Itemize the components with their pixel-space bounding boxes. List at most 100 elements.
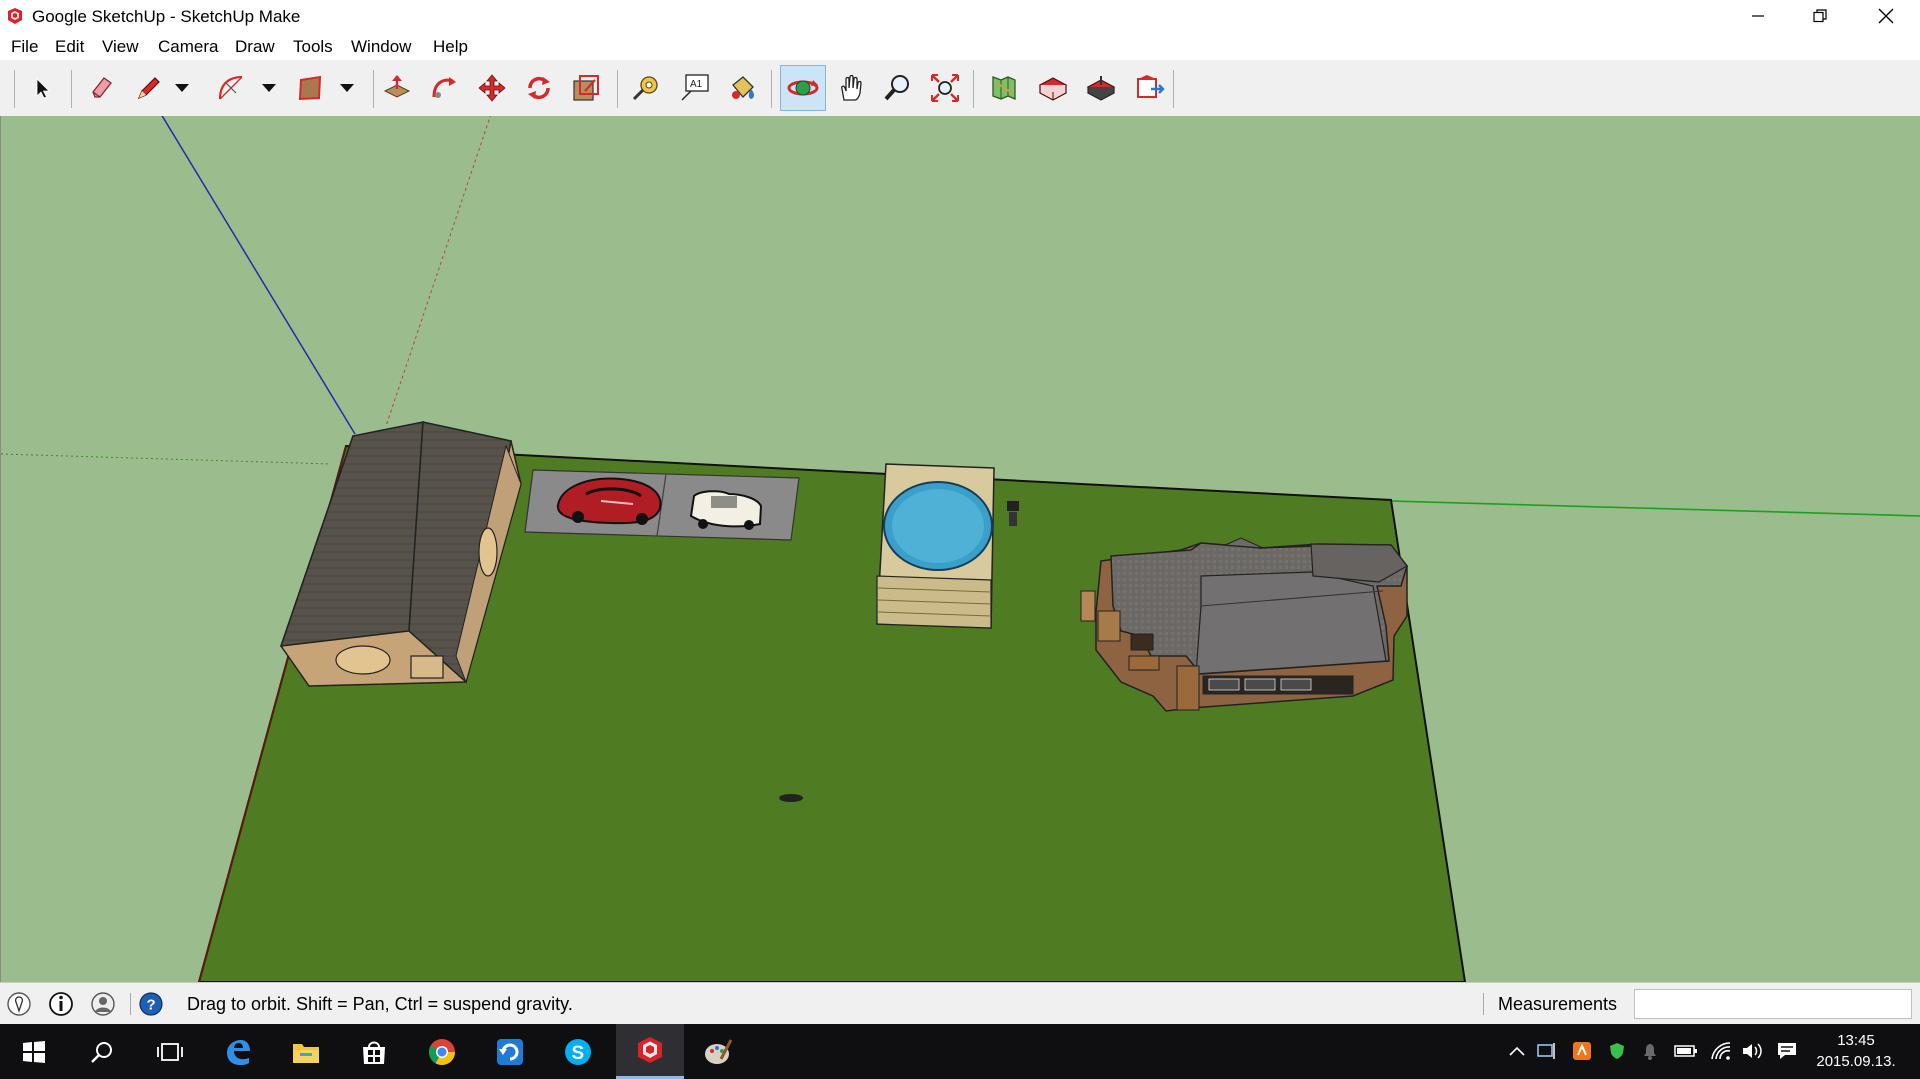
chrome-icon [428,1038,456,1065]
close-button[interactable] [1855,0,1917,32]
rotate-icon [528,76,550,100]
tray-volume[interactable] [1740,1038,1764,1064]
3d-warehouse-tool[interactable] [1034,69,1072,107]
arc-icon [218,75,243,100]
line-tool[interactable] [130,69,168,107]
taskbar-paint[interactable] [684,1024,752,1079]
white-car [689,490,763,530]
share-model-icon [1086,76,1116,101]
pool-deck [876,463,995,629]
tray-battery[interactable] [1674,1038,1698,1064]
scale-tool[interactable] [567,69,605,107]
rectangle-tool[interactable] [291,69,329,107]
pan-tool[interactable] [832,69,870,107]
text-icon: A1 [681,74,709,101]
rectangle-icon [298,75,322,101]
tape-measure-tool[interactable] [627,69,665,107]
user-account-icon[interactable] [90,991,116,1017]
minimize-icon [1752,15,1764,17]
measurements-label: Measurements [1498,994,1618,1014]
orange-app-icon [1573,1042,1591,1060]
lawn-object [779,794,803,802]
dropdown-arrow-icon [340,84,354,92]
tray-action-center[interactable] [1775,1038,1799,1064]
credits-info-icon[interactable] [48,991,74,1017]
taskbar-refresh-app[interactable] [476,1024,544,1079]
zoom-extents-tool[interactable] [926,69,964,107]
svg-text:?: ? [147,997,156,1014]
tray-overflow[interactable] [1505,1038,1529,1064]
minimize-button[interactable] [1727,0,1789,32]
shape-tool-dropdown[interactable] [337,69,357,107]
chevron-up-icon [1509,1046,1525,1056]
volume-icon [1743,1043,1762,1059]
start-button[interactable] [0,1024,68,1079]
restore-button[interactable] [1789,0,1851,32]
taskbar-clock[interactable]: 13:45 2015.09.13. [1812,1030,1900,1072]
paint-icon [705,1038,733,1064]
task-view-icon [157,1042,183,1061]
menu-draw[interactable]: Draw [235,37,275,57]
scale-icon [573,75,599,101]
scene-canvas[interactable] [1,116,1920,982]
refresh-app-icon [497,1038,523,1065]
select-tool[interactable] [24,69,62,107]
menu-tools[interactable]: Tools [293,37,333,57]
follow-me-tool[interactable] [425,69,463,107]
windows-taskbar: S 13:45 2015.09.13. [0,1024,1920,1079]
tray-network-monitor[interactable] [1535,1038,1559,1064]
tray-app-orange[interactable] [1570,1038,1594,1064]
green-shield-icon [1610,1043,1624,1059]
dropdown-arrow-icon [175,84,189,92]
zoom-icon [884,75,909,101]
arc-tool[interactable] [212,69,250,107]
add-location-tool[interactable] [985,69,1023,107]
model-viewport[interactable] [0,116,1920,982]
sketchup-icon [638,1037,662,1063]
taskbar-sketchup[interactable] [616,1024,684,1079]
rotate-tool[interactable] [520,69,558,107]
paint-bucket-tool[interactable] [724,69,762,107]
push-pull-tool[interactable] [378,69,416,107]
arc-tool-dropdown[interactable] [259,69,279,107]
extension-warehouse-tool[interactable] [1131,69,1169,107]
menu-help[interactable]: Help [433,37,468,57]
menu-window[interactable]: Window [351,37,411,57]
taskbar-store[interactable] [340,1024,408,1079]
move-icon [478,74,506,102]
window-title: Google SketchUp - SketchUp Make [32,7,301,26]
edge-icon [227,1039,250,1065]
extension-warehouse-icon [1137,75,1165,98]
share-model-tool[interactable] [1082,69,1120,107]
menu-bar: File Edit View Camera Draw Tools Window … [0,32,1920,60]
zoom-tool[interactable] [879,69,917,107]
tray-app-green[interactable] [1605,1038,1629,1064]
help-icon[interactable]: ? [138,991,164,1017]
zoom-extents-icon [931,74,959,102]
measurements-input[interactable] [1634,989,1912,1019]
text-tool[interactable]: A1 [676,69,714,107]
battery-icon [1674,1045,1697,1057]
taskbar-chrome[interactable] [408,1024,476,1079]
move-tool[interactable] [473,69,511,107]
taskbar-edge[interactable] [204,1024,272,1079]
taskbar-file-explorer[interactable] [272,1024,340,1079]
geo-location-icon[interactable] [6,991,32,1017]
taskbar-skype[interactable]: S [544,1024,612,1079]
menu-camera[interactable]: Camera [158,37,218,57]
menu-view[interactable]: View [102,37,139,57]
toolbar-end [1173,70,1174,108]
toolbar-separator [373,70,374,108]
title-bar: Google SketchUp - SketchUp Make [0,0,1920,32]
eraser-tool[interactable] [82,69,120,107]
orbit-tool[interactable] [780,65,826,111]
menu-edit[interactable]: Edit [55,37,84,57]
orbit-icon [787,80,819,96]
tray-notification-bell[interactable] [1638,1038,1662,1064]
menu-file[interactable]: File [11,37,38,57]
taskbar-search[interactable] [68,1024,136,1079]
pencil-line-icon [137,77,160,100]
line-tool-dropdown[interactable] [172,69,192,107]
task-view-button[interactable] [136,1024,204,1079]
tray-wifi[interactable] [1709,1038,1733,1064]
